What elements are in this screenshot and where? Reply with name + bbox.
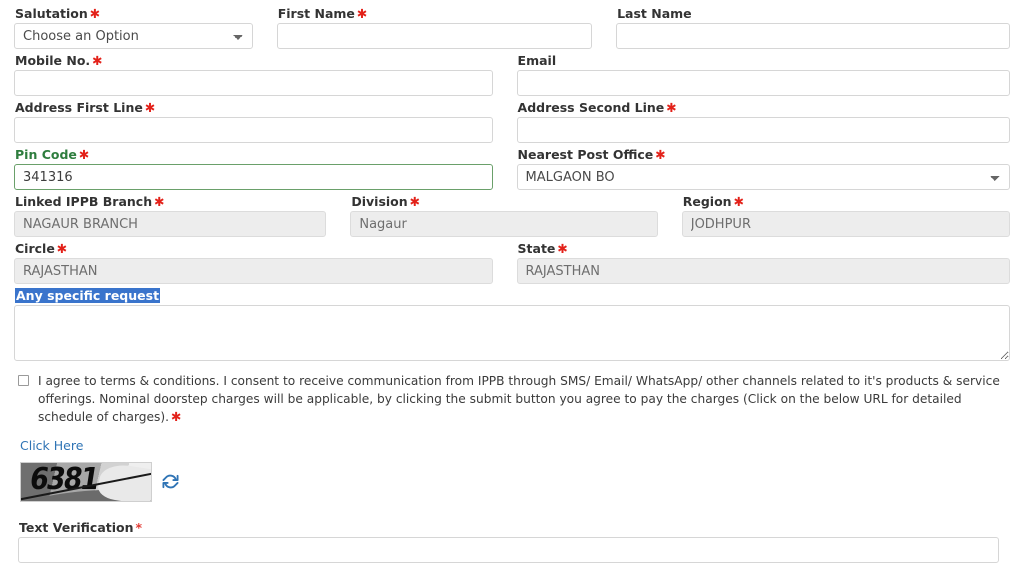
label-specific-request: Any specific request [15,288,161,303]
field-division: Division ✱ [350,194,681,237]
required-asterisk: ✱ [144,100,156,115]
field-linked-ippb-branch: Linked IPPB Branch ✱ [14,194,350,237]
label-nearest-post-office: Nearest Post Office ✱ [517,147,666,162]
mobile-no-input[interactable] [14,70,493,96]
region-input [681,211,1010,237]
field-specific-request: Any specific request [14,288,1010,361]
field-last-name: Last Name [616,6,1010,49]
captcha-image: 6381 [20,461,152,502]
form-row: Mobile No. ✱ Email [14,53,1010,96]
nearest-post-office-select[interactable]: MALGAON BO [516,164,1010,190]
required-asterisk: ✱ [409,194,421,209]
label-mobile-no: Mobile No. ✱ [15,53,103,68]
form-row: Address First Line ✱ Address Second Line ✱ [14,100,1010,143]
click-here-link[interactable]: Click Here [20,438,83,453]
state-input [516,258,1010,284]
field-address-second-line: Address Second Line ✱ [516,100,1010,143]
linked-ippb-branch-input [14,211,327,237]
label-salutation: Salutation ✱ [15,6,101,21]
required-asterisk: ✱ [666,100,677,115]
label-circle: Circle ✱ [15,241,68,256]
field-nearest-post-office: Nearest Post Office ✱ MALGAON BO [516,147,1010,190]
field-address-first-line: Address First Line ✱ [14,100,517,143]
field-circle: Circle ✱ [14,241,517,284]
required-asterisk: ✱ [89,6,101,21]
label-pin-code: Pin Code ✱ [15,147,90,162]
address-first-line-input[interactable] [14,117,493,143]
field-pin-code: Pin Code ✱ [14,147,517,190]
required-asterisk: ✱ [655,147,666,162]
consent-text: I agree to terms & conditions. I consent… [38,374,1000,424]
terms-checkbox[interactable] [18,375,29,386]
field-text-verification: Text Verification * [18,520,1010,563]
label-address-second-line: Address Second Line ✱ [517,100,677,115]
required-asterisk: ✱ [557,241,568,256]
required-asterisk: * [135,519,143,535]
field-region: Region ✱ [681,194,1010,237]
address-second-line-input[interactable] [516,117,1010,143]
label-linked-ippb-branch: Linked IPPB Branch ✱ [15,194,165,209]
captcha-block: 6381 [20,461,1010,502]
label-last-name: Last Name [617,6,692,21]
email-input[interactable] [516,70,1010,96]
division-input [350,211,658,237]
required-asterisk: ✱ [56,241,68,256]
doorstep-service-form: Salutation ✱ Choose an Option First Name ✱… [0,0,1024,563]
required-asterisk: ✱ [356,6,368,21]
last-name-input[interactable] [616,23,1010,49]
refresh-icon[interactable] [162,473,179,490]
required-asterisk: ✱ [154,194,165,209]
field-mobile-no: Mobile No. ✱ [14,53,517,96]
label-text-verification: Text Verification * [19,519,143,535]
salutation-select[interactable]: Choose an Option [14,23,253,49]
label-email: Email [517,53,557,68]
label-address-first-line: Address First Line ✱ [15,100,156,115]
circle-input [14,258,493,284]
field-first-name: First Name ✱ [276,6,616,49]
label-state: State ✱ [517,241,568,256]
label-first-name: First Name ✱ [277,6,368,21]
field-email: Email [516,53,1010,96]
label-region: Region ✱ [682,194,745,209]
required-asterisk: ✱ [733,194,745,209]
consent-block: I agree to terms & conditions. I consent… [18,373,1010,427]
field-salutation: Salutation ✱ Choose an Option [14,6,277,49]
label-division: Division ✱ [351,194,421,209]
specific-request-textarea[interactable] [14,305,1010,361]
form-row: Pin Code✱ Nearest Post Office✱ MALGAON B… [14,147,1010,190]
field-state: State ✱ [516,241,1010,284]
label-specific-request-wrap: Any specific request [15,288,1010,303]
pin-code-input[interactable] [14,164,493,190]
form-row: Circle✱ State✱ [14,241,1010,284]
required-asterisk: ✱ [171,409,182,424]
form-row: Linked IPPB Branch✱ Division✱ Region✱ [14,194,1010,237]
form-row: Salutation ✱ Choose an Option First Name ✱… [14,6,1010,49]
text-verification-input[interactable] [18,536,999,563]
first-name-input[interactable] [276,23,593,49]
required-asterisk: ✱ [92,53,103,68]
required-asterisk: ✱ [78,147,90,162]
